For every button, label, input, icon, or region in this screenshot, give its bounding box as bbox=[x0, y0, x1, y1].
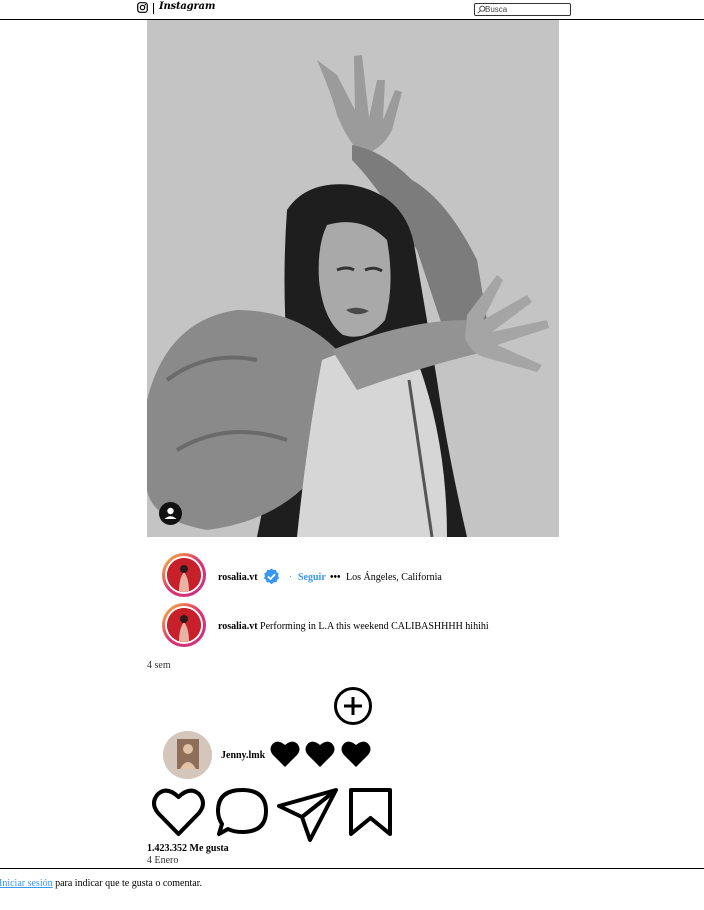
login-prompt: Iniciar sesión para indicar que te gusta… bbox=[0, 878, 202, 889]
comment-author-avatar[interactable] bbox=[163, 731, 212, 779]
login-prompt-text: para indicar que te gusta o comentar. bbox=[52, 878, 202, 889]
header-divider bbox=[153, 3, 154, 14]
avatar-image bbox=[167, 608, 201, 642]
user-tag-button[interactable] bbox=[159, 502, 182, 525]
heart-icon[interactable] bbox=[340, 738, 372, 770]
avatar-illustration bbox=[167, 558, 201, 592]
post-image[interactable] bbox=[147, 20, 559, 537]
heart-icon[interactable] bbox=[269, 738, 301, 770]
footer-divider bbox=[0, 868, 704, 869]
avatar-illustration bbox=[163, 731, 212, 779]
user-tag-icon bbox=[164, 507, 177, 519]
comment-author-name[interactable]: Jenny.lmk bbox=[221, 750, 265, 761]
more-options-button[interactable]: ••• bbox=[330, 572, 341, 583]
post-time-ago: 4 sem bbox=[147, 660, 171, 671]
avatar-illustration bbox=[167, 608, 201, 642]
plus-circle-icon[interactable] bbox=[333, 686, 373, 726]
comment-icon[interactable] bbox=[214, 786, 270, 838]
post-date: 4 Enero bbox=[147, 855, 179, 866]
post-photo-illustration bbox=[147, 20, 559, 537]
search-placeholder: Busca bbox=[485, 5, 508, 14]
caption: rosalia.vt Performing in L.A this weeken… bbox=[218, 621, 489, 632]
caption-author-avatar[interactable] bbox=[162, 603, 206, 647]
avatar-border bbox=[165, 606, 203, 644]
instagram-wordmark[interactable]: Instagram bbox=[159, 1, 215, 12]
verified-icon bbox=[263, 568, 280, 585]
avatar-border bbox=[165, 556, 203, 594]
heart-icon[interactable] bbox=[304, 738, 336, 770]
post-location[interactable]: Los Ángeles, California bbox=[346, 572, 442, 583]
like-heart-icon[interactable] bbox=[151, 786, 206, 838]
follow-button[interactable]: Seguir bbox=[298, 572, 326, 583]
author-avatar[interactable] bbox=[162, 553, 206, 597]
share-icon[interactable] bbox=[275, 786, 340, 844]
search-input[interactable]: Busca bbox=[474, 3, 571, 16]
likes-count[interactable]: 1.423.352 Me gusta bbox=[147, 843, 229, 854]
instagram-icon[interactable] bbox=[137, 2, 148, 13]
caption-author-name[interactable]: rosalia.vt bbox=[218, 621, 258, 632]
login-link[interactable]: Iniciar sesión bbox=[0, 878, 53, 889]
bookmark-icon[interactable] bbox=[347, 786, 394, 838]
dot-separator: · bbox=[289, 572, 293, 583]
post-author-name[interactable]: rosalia.vt bbox=[218, 572, 258, 583]
caption-text: Performing in L.A this weekend CALIBASHH… bbox=[260, 621, 489, 632]
top-navigation-bar: Instagram Busca bbox=[0, 0, 704, 20]
avatar-image bbox=[167, 558, 201, 592]
